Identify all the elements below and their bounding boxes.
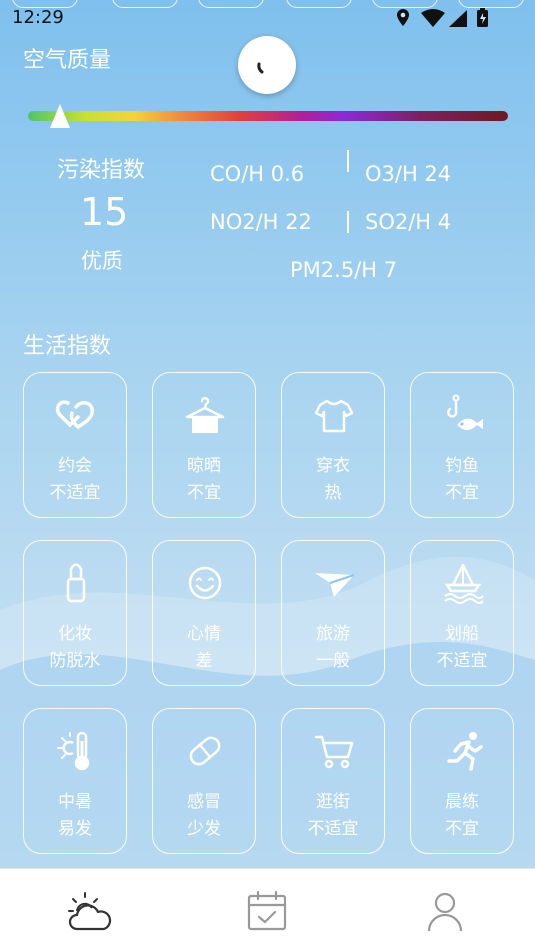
life-index-tile-morning-exercise[interactable]: 晨练 不宜 bbox=[410, 708, 514, 854]
life-index-tile-fishing[interactable]: 钓鱼 不宜 bbox=[410, 372, 514, 518]
pollutant-divider bbox=[347, 150, 349, 172]
pollutant-so2: SO2/H 4 bbox=[365, 210, 452, 234]
smiley-icon bbox=[188, 566, 222, 600]
aqi-index-value: 15 bbox=[80, 190, 129, 234]
aqi-pointer-icon bbox=[50, 104, 70, 128]
life-index-tile-makeup[interactable]: 化妆 防脱水 bbox=[23, 540, 127, 686]
paper-plane-icon bbox=[315, 573, 355, 597]
pollutant-o3: O3/H 24 bbox=[365, 162, 452, 186]
pollutant-pm25: PM2.5/H 7 bbox=[290, 258, 398, 282]
shopping-cart-icon bbox=[314, 735, 354, 769]
life-index-tile-shopping[interactable]: 逛街 不适宜 bbox=[281, 708, 385, 854]
location-icon bbox=[397, 9, 409, 26]
life-index-value: 防脱水 bbox=[49, 651, 101, 671]
wifi-icon bbox=[421, 9, 445, 27]
aqi-index-label: 污染指数 bbox=[57, 158, 146, 183]
life-index-tile-dating[interactable]: 约会 不适宜 bbox=[23, 372, 127, 518]
life-index-value: 不适宜 bbox=[49, 483, 101, 503]
life-index-value: 热 bbox=[324, 483, 342, 503]
battery-icon bbox=[477, 8, 488, 27]
aqi-level: 优质 bbox=[81, 249, 123, 273]
cell-signal-icon bbox=[449, 10, 467, 27]
life-index-name: 心情 bbox=[187, 624, 221, 644]
life-index-value: 不宜 bbox=[187, 483, 221, 503]
life-index-value: 不适宜 bbox=[307, 819, 359, 839]
runner-icon bbox=[447, 732, 483, 771]
life-index-value: 少发 bbox=[187, 819, 221, 839]
lipstick-icon bbox=[66, 563, 86, 603]
hearts-icon bbox=[55, 400, 94, 430]
life-index-tile-boating[interactable]: 划船 不适宜 bbox=[410, 540, 514, 686]
life-index-name: 晾晒 bbox=[187, 456, 221, 476]
life-index-name: 化妆 bbox=[58, 624, 92, 644]
status-icons bbox=[397, 8, 488, 27]
life-index-tile-heatstroke[interactable]: 中暑 易发 bbox=[23, 708, 127, 854]
life-index-name: 逛街 bbox=[316, 792, 350, 812]
life-index-tile-mood[interactable]: 心情 差 bbox=[152, 540, 256, 686]
life-index-name: 钓鱼 bbox=[445, 456, 479, 476]
life-index-name: 穿衣 bbox=[316, 456, 350, 476]
life-index-value: 易发 bbox=[58, 819, 92, 839]
pollutant-co: CO/H 0.6 bbox=[210, 162, 305, 186]
bottom-navigation bbox=[0, 868, 535, 951]
pollutant-no2: NO2/H 22 bbox=[210, 210, 312, 234]
tshirt-icon bbox=[314, 399, 354, 433]
life-index-tile-drying[interactable]: 晾晒 不宜 bbox=[152, 372, 256, 518]
life-index-name: 划船 bbox=[445, 624, 479, 644]
hanger-icon bbox=[185, 396, 225, 433]
weather-cloud-sun-icon[interactable] bbox=[65, 887, 113, 935]
life-index-value: 不适宜 bbox=[436, 651, 488, 671]
loading-spinner bbox=[238, 36, 296, 94]
pill-icon bbox=[189, 736, 221, 766]
life-index-value: 不宜 bbox=[445, 819, 479, 839]
life-index-name: 晨练 bbox=[445, 792, 479, 812]
life-index-tile-travel[interactable]: 旅游 一般 bbox=[281, 540, 385, 686]
life-index-value: 不宜 bbox=[445, 483, 479, 503]
thermometer-sun-icon bbox=[57, 731, 90, 771]
life-index-title: 生活指数 bbox=[23, 334, 112, 359]
sailboat-icon bbox=[444, 563, 484, 604]
life-index-value: 一般 bbox=[316, 651, 350, 671]
user-profile-icon[interactable] bbox=[421, 887, 469, 935]
fish-hook-icon bbox=[447, 394, 483, 430]
life-index-value: 差 bbox=[195, 651, 213, 671]
life-index-name: 约会 bbox=[58, 456, 92, 476]
life-index-tile-dressing[interactable]: 穿衣 热 bbox=[281, 372, 385, 518]
air-quality-title: 空气质量 bbox=[23, 48, 112, 73]
calendar-check-icon[interactable] bbox=[243, 887, 291, 935]
life-index-name: 感冒 bbox=[187, 792, 221, 812]
status-bar: 12:29 bbox=[0, 0, 535, 36]
aqi-color-scale bbox=[28, 111, 508, 121]
life-index-tile-cold[interactable]: 感冒 少发 bbox=[152, 708, 256, 854]
pollutant-divider bbox=[347, 211, 349, 233]
life-index-name: 中暑 bbox=[58, 792, 92, 812]
life-index-name: 旅游 bbox=[316, 624, 350, 644]
status-time: 12:29 bbox=[12, 7, 64, 28]
